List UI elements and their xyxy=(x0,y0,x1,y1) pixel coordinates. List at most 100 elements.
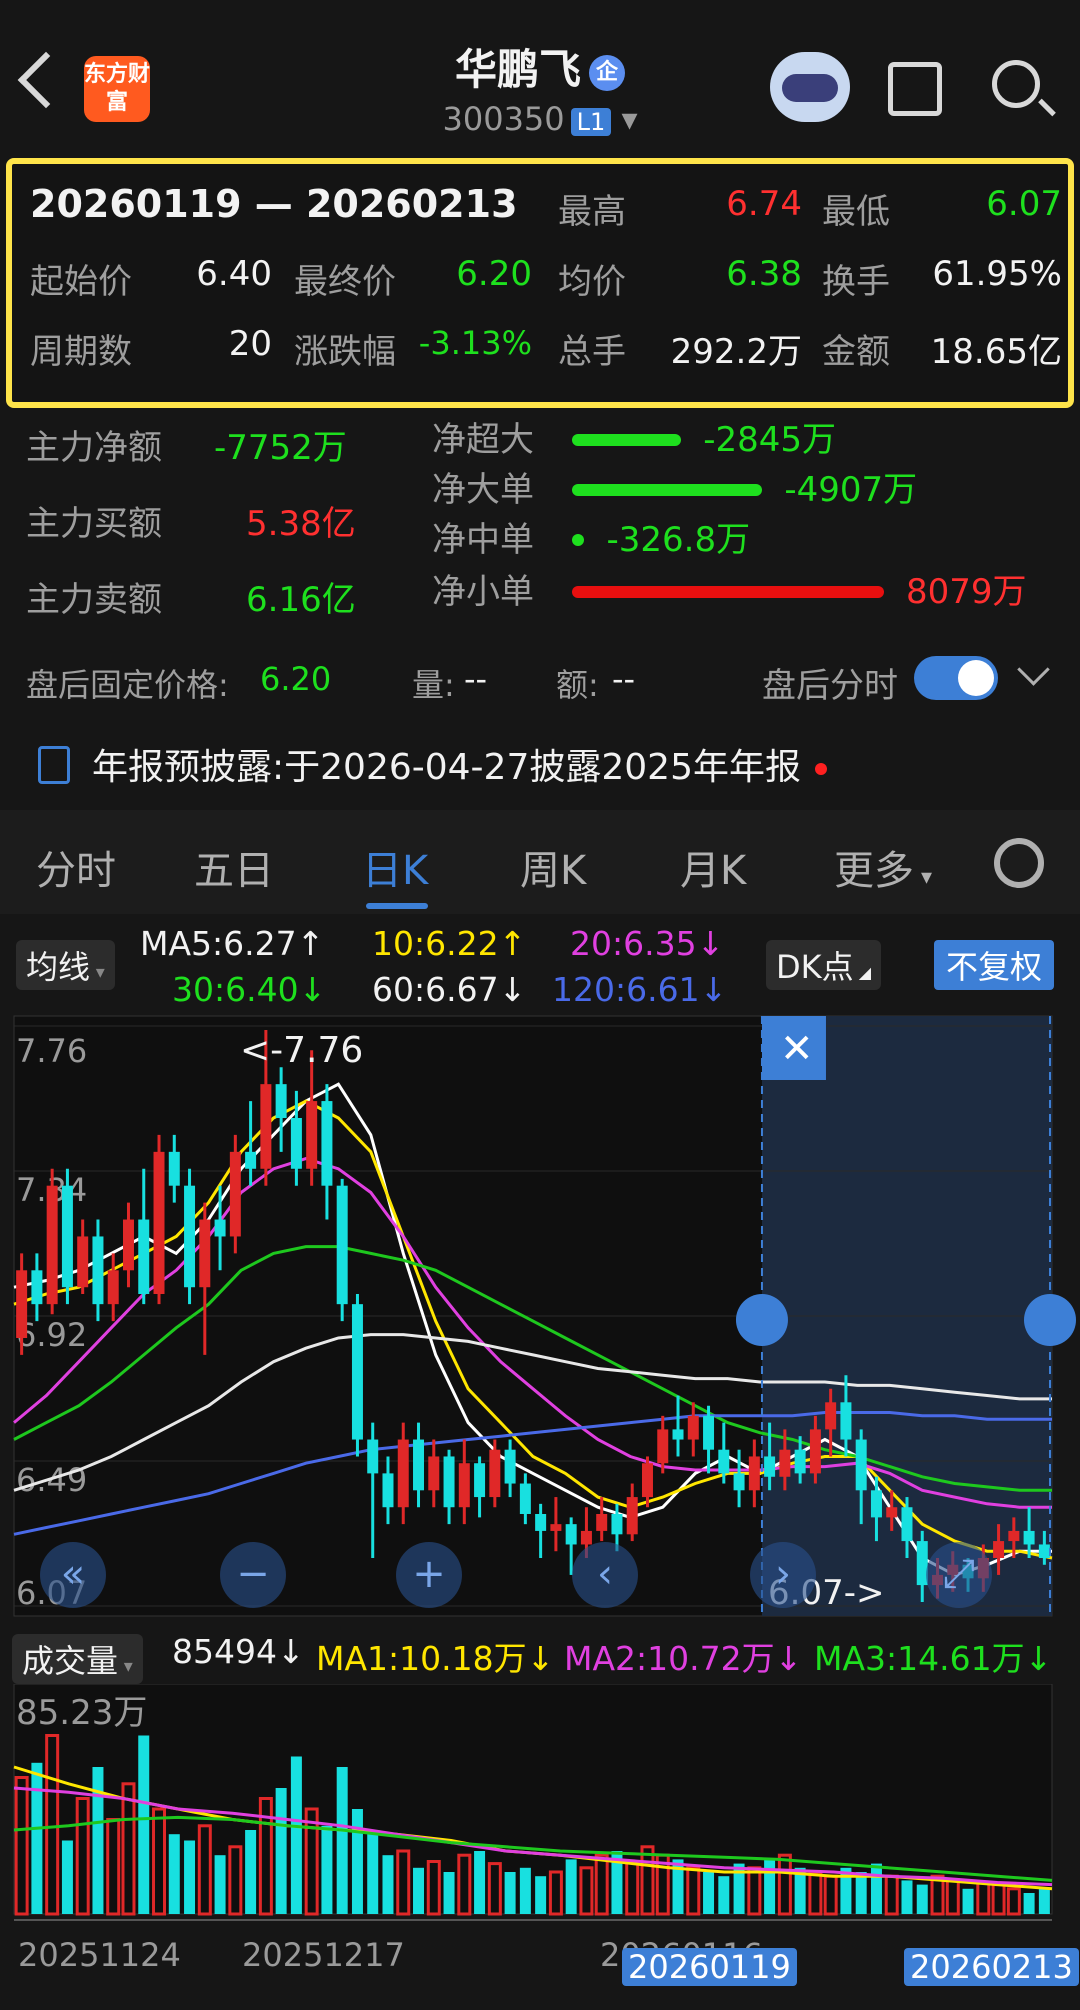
volume-bar xyxy=(245,1830,257,1914)
candle-body xyxy=(657,1429,669,1464)
tab-daily-k[interactable]: 日K xyxy=(362,838,428,896)
step-right-icon[interactable]: › xyxy=(750,1542,816,1608)
ma10-value: 10:6.22↑ xyxy=(372,924,527,963)
start-label: 起始价 xyxy=(30,262,132,302)
candle-body xyxy=(184,1185,196,1288)
candle-body xyxy=(31,1270,43,1305)
reset-zoom-icon[interactable]: ⤢ xyxy=(926,1542,992,1608)
flow-label: 净中单 xyxy=(432,520,534,560)
assistant-robot-icon[interactable] xyxy=(770,52,850,122)
candle-body xyxy=(840,1402,852,1440)
ma30-value: 30:6.40↓ xyxy=(172,970,327,1009)
candle-body xyxy=(92,1236,104,1305)
volume-label: 总手 xyxy=(558,332,626,372)
candle-body xyxy=(397,1439,409,1508)
notice-label: 年报预披露: xyxy=(92,747,285,788)
candle-body xyxy=(336,1185,348,1305)
y-tick-label: 7.76 xyxy=(16,1032,87,1070)
selection-start-date: 20260119 xyxy=(622,1948,797,1986)
main-sell-value: 6.16亿 xyxy=(246,580,356,620)
tab-more[interactable]: 更多 ▾ xyxy=(834,838,932,896)
volume-value: 292.2万 xyxy=(670,332,802,372)
share-icon[interactable] xyxy=(888,62,942,116)
candle-body xyxy=(290,1118,302,1169)
ma-selector[interactable]: 均线 ▾ xyxy=(16,940,115,990)
change-value: -3.13% xyxy=(418,324,532,362)
tab-minute[interactable]: 分时 xyxy=(36,838,116,896)
selection-handle-left[interactable] xyxy=(735,1294,788,1346)
candle-body xyxy=(550,1524,562,1531)
volume-bar xyxy=(519,1867,531,1914)
volume-bar xyxy=(916,1884,928,1914)
high-label: 最高 xyxy=(558,192,626,232)
candle-body xyxy=(199,1219,211,1288)
candle-body xyxy=(733,1473,745,1491)
volume-bar xyxy=(535,1876,547,1914)
after-hours-amt-label: 额: xyxy=(556,666,599,704)
candle-body xyxy=(993,1541,1005,1558)
volume-bar xyxy=(31,1762,43,1914)
flow-value: 8079万 xyxy=(906,572,1027,612)
candle-body xyxy=(260,1084,272,1169)
zoom-in-icon[interactable]: + xyxy=(396,1542,462,1608)
candle-body xyxy=(122,1219,134,1271)
ma5-value: MA5:6.27↑ xyxy=(140,924,325,963)
scroll-left-icon[interactable]: « xyxy=(40,1542,106,1608)
candle-body xyxy=(519,1483,531,1514)
chevron-down-icon[interactable] xyxy=(1017,653,1050,686)
candle-body xyxy=(535,1514,547,1531)
volume-bar xyxy=(321,1825,333,1914)
settings-gear-icon[interactable] xyxy=(994,838,1044,888)
flow-value: -4907万 xyxy=(784,470,918,510)
step-left-icon[interactable]: ‹ xyxy=(572,1542,638,1608)
search-icon[interactable] xyxy=(992,60,1040,108)
main-buy-value: 5.38亿 xyxy=(246,504,356,544)
volume-bar xyxy=(351,1809,363,1914)
stock-name: 华鹏飞 xyxy=(454,45,581,94)
end-value: 6.20 xyxy=(456,254,532,294)
volume-bar xyxy=(870,1863,882,1914)
tab-monthly-k[interactable]: 月K xyxy=(680,838,746,896)
period-tabs: 分时 五日 日K 周K 月K 更多 ▾ xyxy=(0,810,1080,914)
after-hours-price: 6.20 xyxy=(260,660,332,698)
volume-indicator-selector[interactable]: 成交量 ▾ xyxy=(12,1634,143,1684)
candle-body xyxy=(321,1101,333,1186)
amount-label: 金额 xyxy=(822,332,890,372)
dropdown-caret-icon: ▾ xyxy=(611,100,638,138)
selection-handle-right[interactable] xyxy=(1024,1294,1076,1346)
notice-row[interactable]: 年报预披露:于2026-04-27披露2025年年报 xyxy=(92,738,827,790)
flow-bar xyxy=(572,534,585,546)
candle-body xyxy=(367,1439,379,1474)
volume-bar xyxy=(275,1788,287,1914)
volume-bar xyxy=(703,1872,715,1914)
candlestick-chart[interactable]: 7.767.346.926.496.07✕<-7.766.07-> xyxy=(0,1012,1080,1624)
candle-body xyxy=(107,1270,119,1305)
amount-value: 18.65亿 xyxy=(930,332,1062,372)
zoom-out-icon[interactable]: − xyxy=(220,1542,286,1608)
volume-bar xyxy=(764,1859,776,1914)
volume-bar xyxy=(168,1834,180,1914)
main-sell-label: 主力卖额 xyxy=(26,580,162,620)
volume-bar xyxy=(855,1872,867,1914)
candle-body xyxy=(764,1456,776,1477)
candle-body xyxy=(580,1530,592,1545)
low-value: 6.07 xyxy=(986,184,1062,224)
volume-bar xyxy=(61,1840,73,1914)
volume-bar xyxy=(718,1876,730,1914)
dk-point-button[interactable]: DK点 ◢ xyxy=(766,940,882,990)
candle-body xyxy=(306,1101,318,1169)
flow-value: -2845万 xyxy=(703,420,836,460)
flow-label: 净超大 xyxy=(432,420,534,460)
volume-bar xyxy=(382,1855,394,1914)
active-tab-indicator xyxy=(366,903,428,909)
volume-ma2: MA2:10.72万↓ xyxy=(564,1639,803,1678)
stock-code: 300350 xyxy=(442,100,565,138)
enterprise-badge-icon: 企 xyxy=(589,54,625,91)
turnover-value: 61.95% xyxy=(932,254,1062,294)
unread-dot xyxy=(814,763,827,775)
no-adjust-button[interactable]: 不复权 xyxy=(934,940,1055,990)
tab-five-day[interactable]: 五日 xyxy=(194,838,274,896)
after-hours-toggle[interactable] xyxy=(914,656,998,700)
tab-weekly-k[interactable]: 周K xyxy=(520,838,586,896)
candle-body xyxy=(641,1463,653,1498)
